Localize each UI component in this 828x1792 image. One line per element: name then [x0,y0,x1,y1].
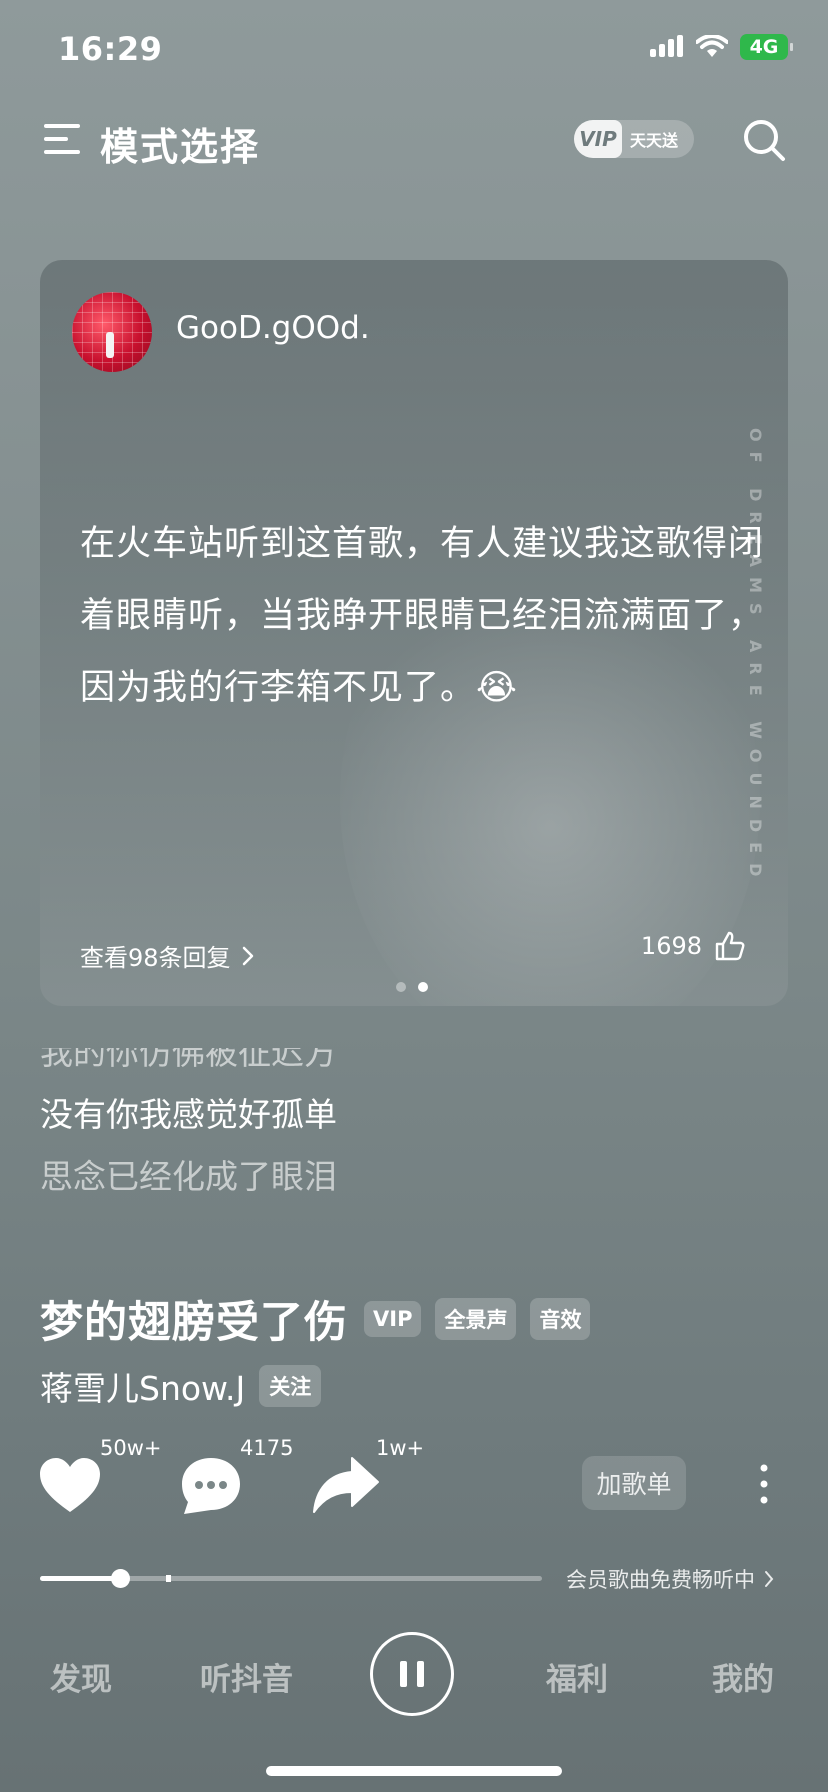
artist-row: 蒋雪儿Snow.J 关注 [40,1362,322,1410]
share-count: 1w+ [376,1436,425,1460]
tab-mine[interactable]: 我的 [712,1654,774,1699]
hot-comment-card[interactable]: OF DREAMS ARE WOUNDED GooD.gOOd. 在火车站听到这… [40,260,788,1006]
avatar[interactable] [72,292,152,372]
chevron-right-icon [242,946,253,965]
vip-free-text: 会员歌曲免费畅听中 [566,1568,755,1592]
card-page-indicator [396,982,428,992]
heart-icon [40,1458,100,1512]
progress-knob[interactable] [111,1569,131,1588]
song-title[interactable]: 梦的翅膀受了伤 [40,1288,348,1350]
network-label: 4G [749,36,779,58]
tab-rewards[interactable]: 福利 [546,1654,608,1699]
comment-like-button[interactable]: 1698 [641,930,746,962]
progress-marker [165,1575,171,1582]
wifi-icon [696,35,728,57]
comment-username[interactable]: GooD.gOOd. [176,310,370,346]
like-count: 50w+ [100,1436,162,1460]
sound-effect-tag[interactable]: 音效 [530,1298,591,1340]
lyric-line: 我的你仿佛被征迟方 [40,1048,337,1072]
comment-count: 4175 [240,1436,294,1460]
search-icon[interactable] [742,118,786,162]
spatial-audio-tag[interactable]: 全景声 [435,1298,517,1340]
comment-like-count: 1698 [640,932,702,960]
status-time: 16:29 [58,30,163,68]
tab-douyin[interactable]: 听抖音 [200,1654,293,1699]
share-arrow-icon [313,1457,379,1513]
page-dot-active [418,982,428,992]
tab-discover[interactable]: 发现 [50,1654,112,1699]
thumbs-up-icon [715,931,745,961]
follow-button[interactable]: 关注 [259,1365,322,1407]
battery-icon: 4G [740,34,793,60]
comment-text: 在火车站听到这首歌，有人建议我这歌得闭着眼睛听，当我睁开眼睛已经泪流满面了，因为… [80,524,765,708]
add-to-playlist-button[interactable]: 加歌单 [582,1456,686,1510]
lyric-line: 思念已经化成了眼泪 [40,1157,337,1196]
page-dot [396,982,406,992]
vip-daily-gift-button[interactable]: VIP 天天送 [574,120,694,158]
vip-free-listen-link[interactable]: 会员歌曲免费畅听中 [566,1564,775,1594]
artist-name[interactable]: 蒋雪儿Snow.J [40,1362,245,1410]
comment-bubble-icon [182,1458,240,1514]
home-indicator[interactable] [266,1766,562,1776]
pause-icon [400,1661,407,1687]
more-vertical-icon[interactable] [752,1462,776,1506]
like-button[interactable]: 50w+ [38,1436,162,1514]
signal-icon [650,35,683,57]
view-replies-link[interactable]: 查看98条回复 [80,938,255,973]
page-title[interactable]: 模式选择 [100,116,260,171]
play-pause-button[interactable] [370,1632,454,1716]
chevron-right-icon [765,1571,774,1587]
lyrics-panel[interactable]: 我的你仿佛被征迟方 没有你我感觉好孤单 思念已经化成了眼泪 [40,1048,740,1208]
view-replies-label: 查看98条回复 [80,944,231,972]
vip-text: 天天送 [630,131,679,150]
progress-bar[interactable] [40,1569,542,1588]
share-button[interactable]: 1w+ [312,1436,424,1514]
vip-badge: VIP [574,120,622,158]
comment-button[interactable]: 4175 [180,1436,293,1516]
progress-fill [40,1576,121,1581]
vip-tag[interactable]: VIP [364,1301,422,1337]
menu-icon[interactable] [44,122,84,156]
status-icons: 4G [650,34,793,60]
lyric-line-current: 没有你我感觉好孤单 [40,1095,337,1134]
song-title-row: 梦的翅膀受了伤 VIP 全景声 音效 [40,1288,591,1350]
pause-icon-bar [417,1661,424,1687]
